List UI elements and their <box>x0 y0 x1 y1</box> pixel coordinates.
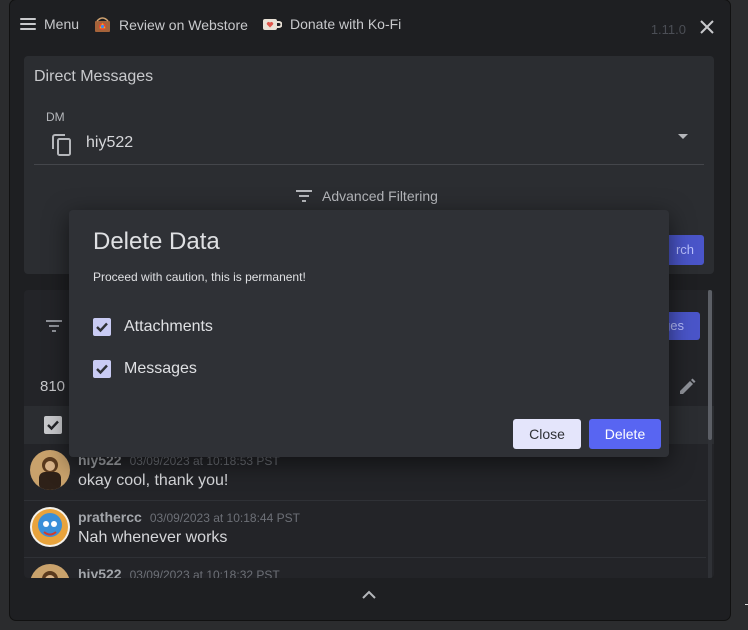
select-all-checkbox[interactable] <box>44 416 62 434</box>
hamburger-icon <box>20 18 36 30</box>
messages-checkbox[interactable] <box>93 360 111 378</box>
user-avatar <box>30 564 70 578</box>
dm-select-value[interactable]: hiy522 <box>86 134 133 152</box>
dropdown-arrow-icon[interactable] <box>678 134 688 139</box>
author-name: hiy522 <box>78 566 122 578</box>
attachments-checkbox[interactable] <box>93 318 111 336</box>
review-webstore-link[interactable]: Review on Webstore <box>94 16 248 33</box>
top-bar: Menu Review on Webstore Donate with Ko-F… <box>10 0 730 52</box>
edit-pencil-icon[interactable] <box>678 378 696 396</box>
field-underline <box>34 164 704 165</box>
message-row[interactable]: prathercc 03/09/2023 at 10:18:44 PST Nah … <box>24 501 706 558</box>
filter-icon <box>296 190 312 202</box>
dialog-title: Delete Data <box>93 228 220 255</box>
delete-button[interactable]: Delete <box>589 419 661 449</box>
messages-option[interactable]: Messages <box>93 360 197 378</box>
donate-kofi-link[interactable]: Donate with Ko-Fi <box>262 16 401 32</box>
user-avatar <box>30 507 70 547</box>
attachments-label: Attachments <box>124 318 213 335</box>
result-count: 810 <box>40 378 66 395</box>
scrollbar-thumb[interactable] <box>708 290 712 440</box>
menu-button[interactable]: Menu <box>20 16 79 32</box>
dialog-warning: Proceed with caution, this is permanent! <box>93 270 306 284</box>
user-avatar <box>30 450 70 490</box>
chevron-up-icon[interactable] <box>362 590 376 600</box>
message-text: okay cool, thank you! <box>78 472 229 489</box>
close-button[interactable]: Close <box>513 419 581 449</box>
message-timestamp: 03/09/2023 at 10:18:44 PST <box>149 511 300 525</box>
copy-icon[interactable] <box>52 134 72 156</box>
message-row[interactable]: hiy522 03/09/2023 at 10:18:32 PST <box>24 558 706 578</box>
menu-label: Menu <box>44 16 80 32</box>
advanced-filtering-button[interactable]: Advanced Filtering <box>296 188 438 204</box>
close-icon[interactable] <box>698 18 716 36</box>
delete-data-dialog: Delete Data Proceed with caution, this i… <box>69 210 669 457</box>
author-name: prathercc <box>78 509 142 525</box>
review-label: Review on Webstore <box>119 16 248 33</box>
message-author: prathercc 03/09/2023 at 10:18:44 PST <box>78 509 300 525</box>
dm-field-label: DM <box>46 110 65 124</box>
donate-label: Donate with Ko-Fi <box>290 16 402 32</box>
kofi-cup-icon <box>263 18 282 30</box>
check-icon <box>47 420 59 431</box>
message-timestamp: 03/09/2023 at 10:18:32 PST <box>129 568 280 578</box>
check-icon <box>96 322 108 333</box>
version-label: 1.11.0 <box>650 22 686 37</box>
card-title: Direct Messages <box>34 68 154 85</box>
message-author: hiy522 03/09/2023 at 10:18:32 PST <box>78 566 280 578</box>
filter-icon[interactable] <box>46 320 62 332</box>
check-icon <box>96 364 108 375</box>
attachments-option[interactable]: Attachments <box>93 318 213 336</box>
messages-label: Messages <box>124 360 197 377</box>
chrome-webstore-icon <box>95 17 110 32</box>
advanced-filtering-label: Advanced Filtering <box>322 188 438 204</box>
message-text: Nah whenever works <box>78 529 228 546</box>
